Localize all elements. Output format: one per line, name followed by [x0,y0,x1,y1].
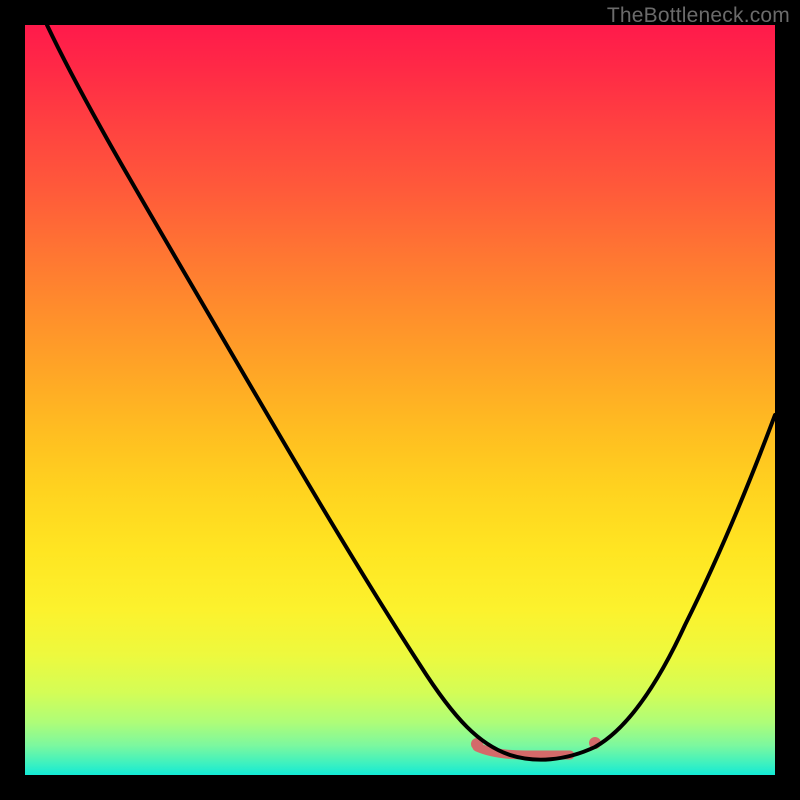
curve-svg [25,25,775,775]
bottleneck-curve [47,25,775,760]
chart-frame: TheBottleneck.com [0,0,800,800]
plot-area [25,25,775,775]
